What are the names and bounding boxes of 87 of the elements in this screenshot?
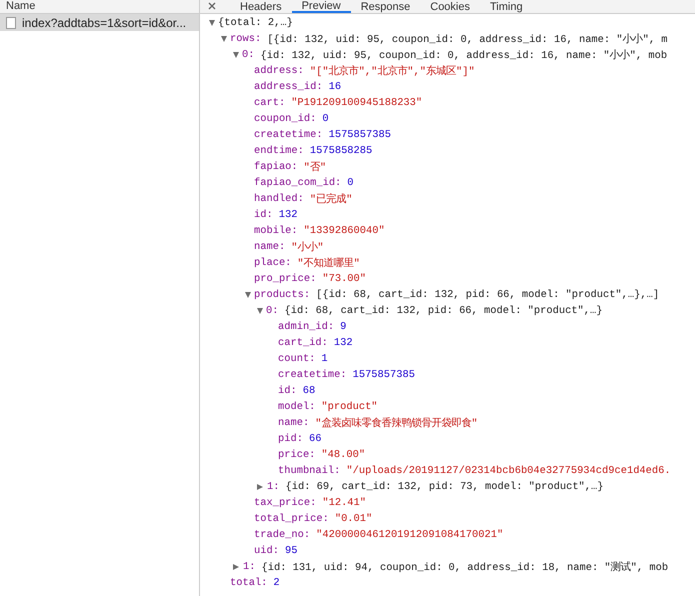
json-value: 66 (308, 433, 322, 445)
json-key: 1: (267, 481, 280, 493)
json-value: "48.00" (321, 449, 366, 461)
json-value: 0 (347, 177, 354, 189)
json-key: name: (278, 417, 310, 429)
json-key: createtime: (278, 369, 347, 381)
json-key: model: (278, 401, 316, 413)
json-key: rows: (230, 33, 262, 45)
json-key: handled: (254, 193, 304, 205)
tab[interactable]: Response (350, 0, 420, 13)
json-key: mobile: (254, 225, 298, 237)
json-key: name: (254, 241, 286, 253)
json-key: place: (254, 257, 292, 269)
json-value: "已完成" (310, 192, 352, 206)
json-key: uid: (254, 545, 279, 557)
json-value: 132 (334, 337, 353, 349)
json-value: 132 (278, 209, 298, 221)
json-value: "0.01" (334, 513, 372, 525)
json-value: 95 (284, 545, 298, 557)
caret-icon[interactable] (233, 52, 239, 58)
object-preview: {id: 68, cart_id: 132, pid: 66, model: "product",…} (284, 305, 602, 317)
json-value: "12.41" (322, 497, 366, 509)
json-value: 2 (273, 577, 280, 589)
json-value: "不知道哪里" (297, 256, 360, 270)
json-key: admin_id: (278, 321, 334, 333)
file-icon (6, 16, 16, 28)
json-key: id: (278, 385, 297, 397)
object-preview: {id: 131, uid: 94, coupon_id: 0, address_id: 18, name: "测试", mob (261, 560, 668, 574)
object-preview: {id: 132, uid: 95, coupon_id: 0, address_id: 16, name: "小小", mob (260, 48, 668, 62)
json-key: fapiao_com_id: (254, 177, 342, 189)
json-key: endtime: (254, 145, 304, 157)
json-key: address: (254, 65, 304, 77)
json-key: trade_no: (254, 529, 310, 541)
object-preview: {total: 2,…} (218, 17, 293, 29)
json-value: "盒装卤味零食香辣鸭锁骨开袋即食" (315, 416, 478, 430)
caret-icon[interactable] (221, 36, 227, 42)
object-preview: [{id: 68, cart_id: 132, pid: 66, model: "product",…},…] (316, 289, 660, 301)
json-key: thumbnail: (278, 465, 340, 477)
json-value: 9 (340, 321, 346, 333)
json-key: 0: (242, 49, 254, 61)
json-key: cart_id: (278, 337, 328, 349)
json-value: "P191209100945188233" (291, 97, 422, 109)
json-value: "["北京市","北京市","东城区"]" (310, 64, 475, 78)
json-key: total: (230, 577, 268, 589)
json-value: "否" (304, 160, 326, 174)
json-key: pid: (278, 433, 303, 445)
json-value: 68 (302, 385, 316, 397)
json-key: count: (278, 353, 316, 365)
json-value: 16 (328, 81, 342, 93)
request-item[interactable]: index?addtabs=1&sort=id&or... (0, 14, 199, 31)
caret-icon[interactable] (257, 484, 263, 490)
json-key: pro_price: (254, 273, 316, 285)
column-header: Name (6, 0, 36, 12)
json-key: price: (278, 449, 316, 461)
json-key: coupon_id: (254, 113, 316, 125)
json-key: products: (254, 289, 310, 301)
tab[interactable]: Preview (292, 0, 351, 13)
caret-icon[interactable] (209, 20, 215, 26)
json-key: fapiao: (254, 161, 298, 173)
tab[interactable]: Cookies (420, 0, 480, 13)
json-value: 1 (321, 353, 328, 365)
json-value: 0 (322, 113, 329, 125)
json-key: tax_price: (254, 497, 316, 509)
json-value: 1575858285 (310, 145, 372, 157)
caret-icon[interactable] (233, 564, 239, 570)
tab[interactable]: Headers (230, 0, 292, 13)
json-value: "73.00" (322, 273, 366, 285)
json-value: "/uploads/20191127/02314bcb6b04e32775934cd9ce1d4ed6. (346, 465, 671, 477)
object-preview: [{id: 132, uid: 95, coupon_id: 0, address_id: 16, name: "小小", m (267, 32, 668, 46)
json-key: total_price: (254, 513, 329, 525)
caret-icon[interactable] (257, 308, 263, 314)
json-value: "4200000461201912091084170021" (316, 529, 504, 541)
json-key: 0: (266, 305, 278, 317)
json-value: "product" (321, 401, 378, 413)
caret-icon[interactable] (245, 292, 251, 298)
json-key: cart: (254, 97, 286, 109)
json-value: 1575857385 (328, 129, 391, 141)
json-key: id: (254, 209, 273, 221)
object-preview: {id: 69, cart_id: 132, pid: 73, model: "product",…} (285, 481, 604, 493)
json-value: 1575857385 (352, 369, 415, 381)
json-key: createtime: (254, 129, 323, 141)
json-key: 1: (243, 561, 256, 573)
json-key: address_id: (254, 81, 323, 93)
tab[interactable]: Timing (480, 0, 533, 13)
close-icon[interactable] (208, 2, 216, 10)
json-value: "13392860040" (304, 225, 385, 237)
json-value: "小小" (291, 240, 324, 254)
